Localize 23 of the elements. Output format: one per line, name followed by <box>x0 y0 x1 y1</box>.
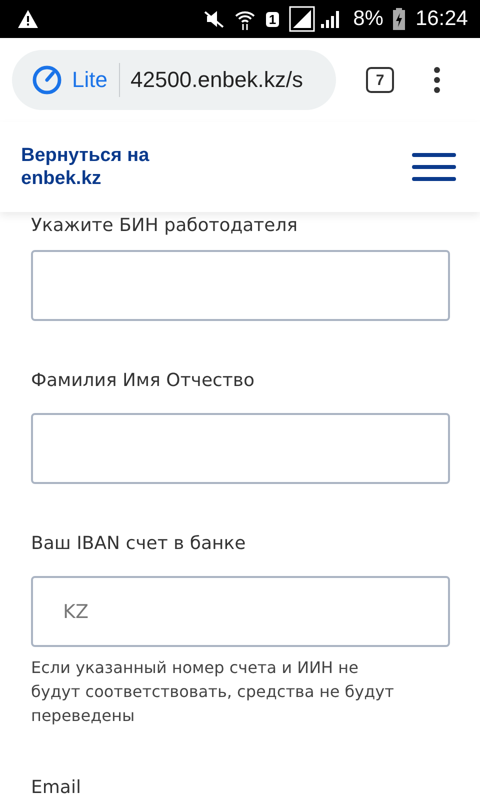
hint-text: Если указанный номер счета и ИИН не будут соответствовать, средства не будут переведены <box>31 657 395 727</box>
battery-icon <box>393 8 406 30</box>
field-label: Email <box>31 776 82 800</box>
field-label: Укажите БИН работодателя <box>31 214 299 238</box>
battery-percent: 8% <box>353 7 384 31</box>
menu-button[interactable] <box>412 152 456 182</box>
hamburger-icon <box>412 152 456 182</box>
warning-icon <box>18 10 38 28</box>
address-bar[interactable]: Lite 42500.enbek.kz/s <box>12 50 336 110</box>
more-icon <box>434 67 440 93</box>
sim-slot-badge: 1 <box>266 12 280 26</box>
url-text: 42500.enbek.kz/s <box>130 67 303 93</box>
field-label: Фамилия Имя Отчество <box>31 369 256 393</box>
tab-switcher-button[interactable]: 7 <box>366 67 394 93</box>
input-field[interactable] <box>31 413 450 484</box>
speedometer-icon <box>32 65 62 95</box>
lite-mode-label: Lite <box>72 63 120 97</box>
clock-time: 16:24 <box>415 7 468 31</box>
field-label: Ваш IBAN счет в банке <box>31 532 247 556</box>
back-link[interactable]: Вернуться на enbek.kz <box>21 144 221 190</box>
mute-icon <box>204 9 224 29</box>
input-field[interactable] <box>31 250 450 321</box>
input-field[interactable]: KZ <box>31 576 450 647</box>
